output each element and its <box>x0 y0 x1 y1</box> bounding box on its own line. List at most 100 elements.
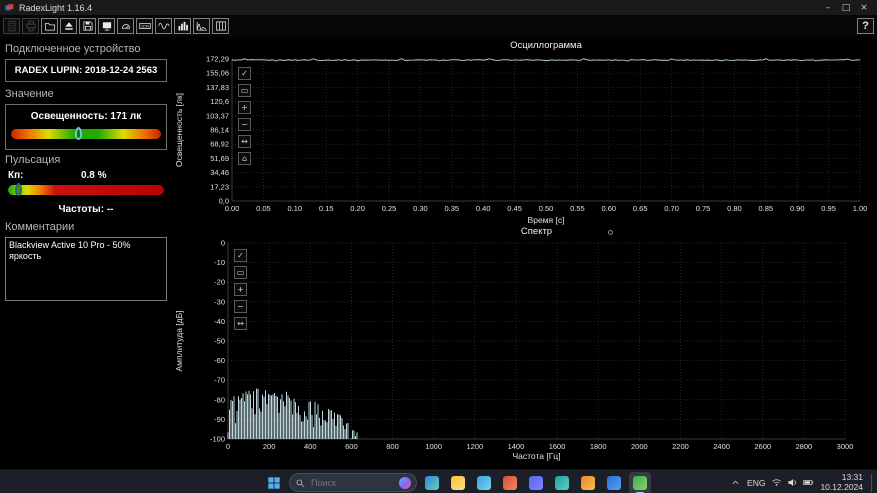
system-tray: ENG 13:31 10.12.2024 <box>730 470 874 493</box>
radexlight-window: RadexLight 1.16.4 – □ × 12:34 ? Подключе… <box>0 0 877 493</box>
display-button[interactable] <box>98 18 115 34</box>
taskbar-app-app-red[interactable] <box>499 472 521 493</box>
osc-pan-button[interactable]: ↔ <box>238 135 251 148</box>
svg-text:Частота [Гц]: Частота [Гц] <box>512 451 560 461</box>
taskbar-app-discord[interactable] <box>525 472 547 493</box>
minimize-button[interactable]: – <box>820 3 836 13</box>
histogram-button[interactable] <box>174 18 191 34</box>
taskbar: ENG 13:31 10.12.2024 <box>0 469 877 493</box>
spec-pan-button[interactable]: ↔ <box>234 317 247 330</box>
radexlight-icon <box>633 475 647 490</box>
meter-icon <box>120 20 132 32</box>
spectrum-button[interactable] <box>193 18 210 34</box>
spec-select-button[interactable]: ✓ <box>234 249 247 262</box>
meter-button[interactable] <box>117 18 134 34</box>
svg-text:1200: 1200 <box>466 442 483 451</box>
svg-text:2800: 2800 <box>796 442 813 451</box>
language-indicator[interactable]: ENG <box>747 478 765 488</box>
kp-label: Кп: <box>8 170 24 181</box>
taskbar-app-browser-orange[interactable] <box>577 472 599 493</box>
svg-text:103,37: 103,37 <box>206 111 229 120</box>
svg-text:17,23: 17,23 <box>210 182 229 191</box>
comments-box[interactable]: Blackview Active 10 Pro - 50% яркость <box>5 237 167 301</box>
svg-text:0: 0 <box>226 442 230 451</box>
svg-text:0.40: 0.40 <box>476 204 491 213</box>
chevron-up-icon[interactable] <box>730 477 741 488</box>
taskbar-app-radexlight[interactable] <box>629 471 651 493</box>
outlook-icon <box>607 475 621 490</box>
svg-text:2400: 2400 <box>713 442 730 451</box>
svg-text:0.95: 0.95 <box>821 204 836 213</box>
display-icon <box>101 20 113 32</box>
osc-reset-button[interactable]: ⌂ <box>238 152 251 165</box>
taskbar-app-telegram[interactable] <box>473 472 495 493</box>
maximize-button[interactable]: □ <box>838 3 854 13</box>
app-logo-icon <box>5 3 14 12</box>
taskbar-search-input[interactable] <box>309 476 395 489</box>
spectrum-chart[interactable]: 0-10-20-30-40-50-60-70-80-90-1000 200 400 6… <box>172 237 877 467</box>
svg-text:0.05: 0.05 <box>256 204 271 213</box>
copilot-icon <box>399 476 411 489</box>
svg-text:0.25: 0.25 <box>382 204 397 213</box>
report-icon <box>6 20 18 32</box>
spec-zoom-out-button[interactable]: − <box>234 300 247 313</box>
illuminance-value: Освещенность: 171 лк <box>30 111 142 122</box>
wifi-icon[interactable] <box>771 477 782 488</box>
svg-text:600: 600 <box>345 442 358 451</box>
osc-zoom-in-button[interactable]: + <box>238 101 251 114</box>
taskbar-search[interactable] <box>289 473 417 492</box>
svg-text:Освещенность [лк]: Освещенность [лк] <box>174 93 184 167</box>
svg-text:0.20: 0.20 <box>350 204 365 213</box>
comments-section-title: Комментарии <box>5 221 75 233</box>
taskbar-app-app-teal[interactable] <box>551 472 573 493</box>
oscillogram-button[interactable] <box>155 18 172 34</box>
spec-zoom-box-button[interactable]: ▭ <box>234 266 247 279</box>
taskbar-app-edge[interactable] <box>421 472 443 493</box>
save-button[interactable] <box>79 18 96 34</box>
taskbar-clock[interactable]: 13:31 10.12.2024 <box>820 472 863 493</box>
chart-area: Осциллограмма 172,29 155,06 137,83 120,6 103… <box>172 37 877 469</box>
window-title: RadexLight 1.16.4 <box>19 2 93 13</box>
open-button[interactable] <box>41 18 58 34</box>
layout-button[interactable] <box>212 18 229 34</box>
tray-status-icons <box>771 477 814 488</box>
svg-text:0.00: 0.00 <box>225 204 240 213</box>
frequencies-label: Частоты: -- <box>58 204 114 215</box>
taskbar-app-outlook[interactable] <box>603 472 625 493</box>
svg-text:-70: -70 <box>214 376 225 385</box>
close-button[interactable]: × <box>856 3 872 13</box>
svg-text:86,14: 86,14 <box>210 126 229 135</box>
osc-select-button[interactable]: ✓ <box>238 67 251 80</box>
battery-icon[interactable] <box>803 477 814 488</box>
discord-icon <box>529 475 543 490</box>
svg-text:1000: 1000 <box>425 442 442 451</box>
svg-text:-60: -60 <box>214 356 225 365</box>
svg-text:0.15: 0.15 <box>319 204 334 213</box>
svg-text:-90: -90 <box>214 415 225 424</box>
osc-zoom-box-button[interactable]: ▭ <box>238 84 251 97</box>
pulsation-scale <box>8 183 164 196</box>
telegram-icon <box>477 475 491 490</box>
spec-zoom-in-button[interactable]: + <box>234 283 247 296</box>
svg-text:68,92: 68,92 <box>210 140 229 149</box>
svg-text:-30: -30 <box>214 297 225 306</box>
svg-text:200: 200 <box>263 442 276 451</box>
oscillogram-chart[interactable]: 172,29 155,06 137,83 120,6 103,37 86,14 68,92 5… <box>172 51 877 231</box>
svg-text:1600: 1600 <box>549 442 566 451</box>
taskbar-app-file-explorer[interactable] <box>447 472 469 493</box>
svg-text:137,83: 137,83 <box>206 83 229 92</box>
volume-icon[interactable] <box>787 477 798 488</box>
toolbar-buttons: 12:34 <box>3 18 229 34</box>
svg-text:-20: -20 <box>214 278 225 287</box>
clock-button[interactable]: 12:34 <box>136 18 153 34</box>
help-button[interactable]: ? <box>857 18 874 34</box>
svg-text:51,69: 51,69 <box>210 154 229 163</box>
svg-text:2600: 2600 <box>754 442 771 451</box>
start-measurement-button[interactable] <box>60 18 77 34</box>
svg-text:-100: -100 <box>210 435 225 444</box>
svg-text:Амплитуда [дБ]: Амплитуда [дБ] <box>174 310 184 371</box>
show-desktop-button[interactable] <box>871 473 874 492</box>
oscillogram-title: Осциллограмма <box>510 40 582 51</box>
osc-zoom-out-button[interactable]: − <box>238 118 251 131</box>
start-button[interactable] <box>263 472 285 493</box>
